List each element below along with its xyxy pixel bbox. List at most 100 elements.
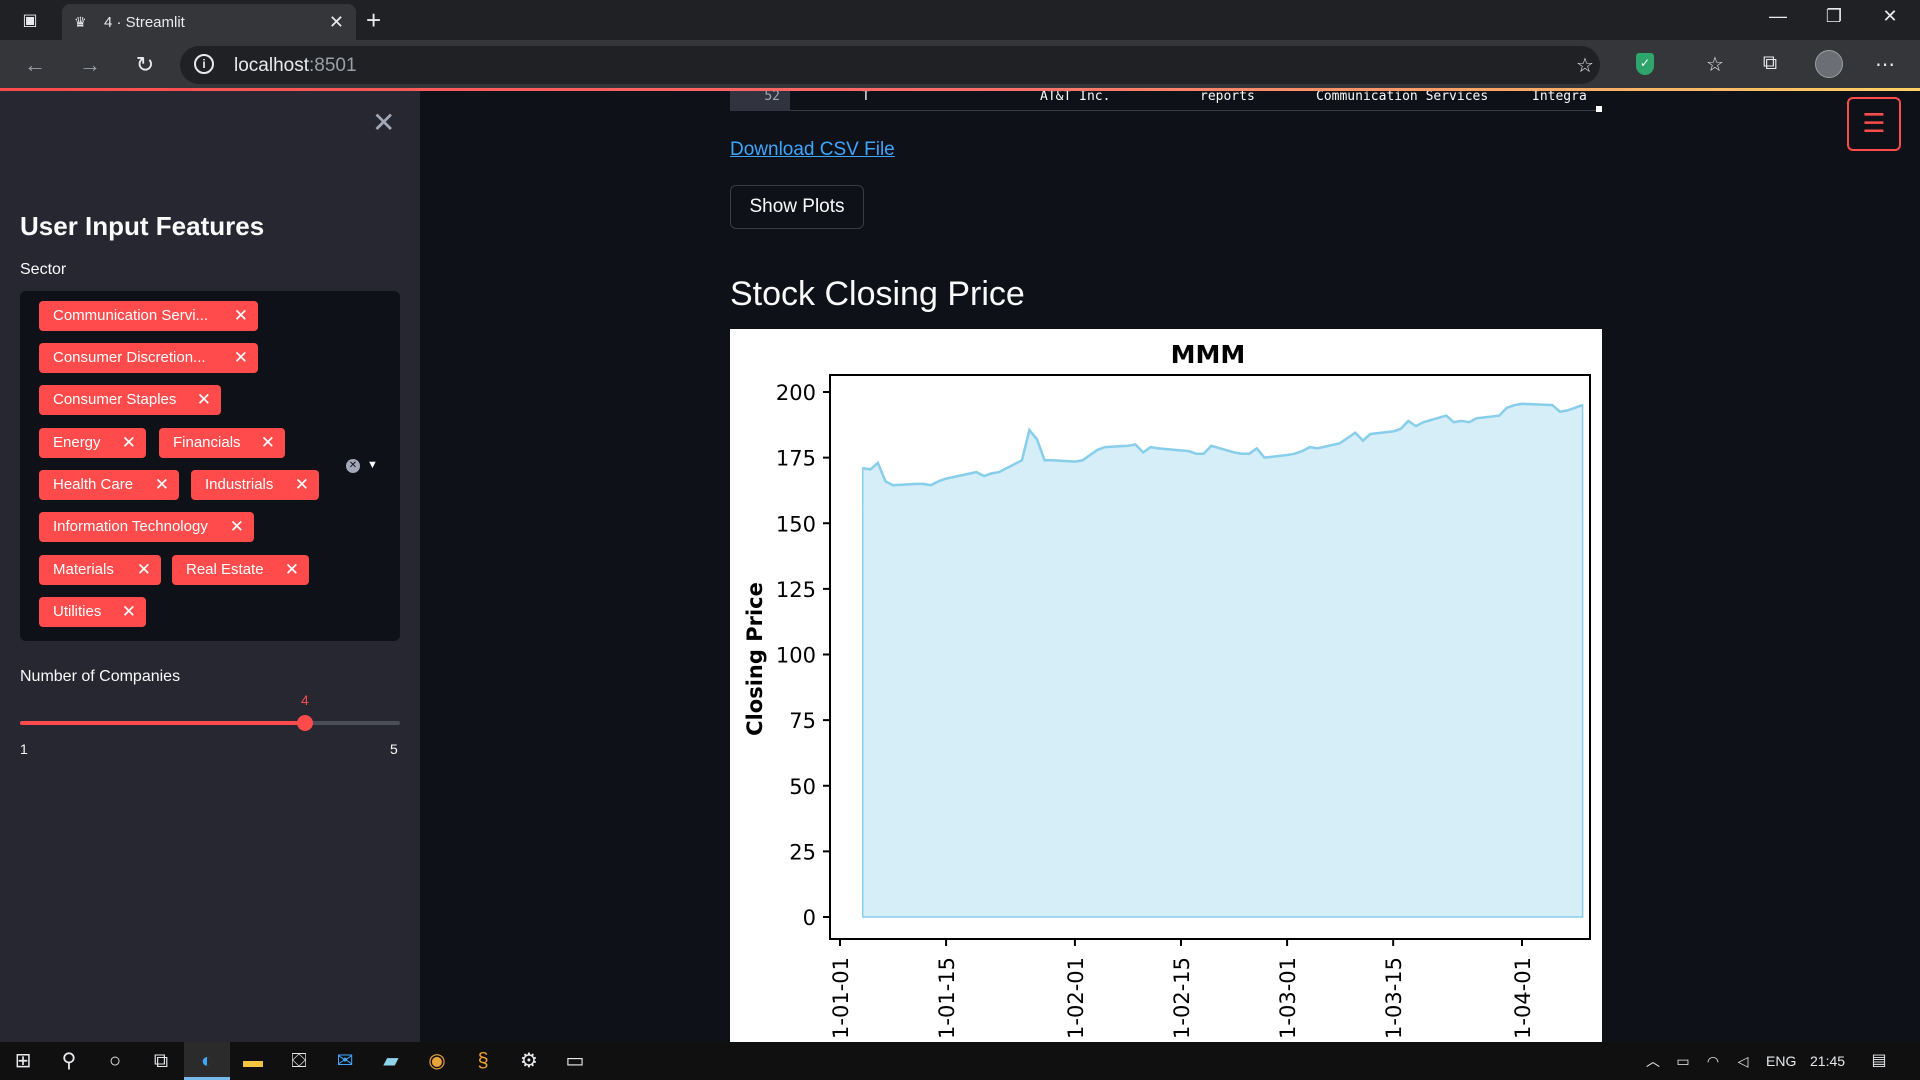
chip-remove-icon[interactable]: ✕ [285, 555, 299, 585]
chip-remove-icon[interactable]: ✕ [230, 512, 244, 542]
window-close-icon[interactable]: ✕ [1870, 6, 1910, 27]
chip-remove-icon[interactable]: ✕ [137, 555, 151, 585]
cortana-icon[interactable]: ○ [92, 1042, 138, 1080]
notifications-icon[interactable]: ▤ [1856, 1042, 1902, 1080]
closing-price-chart: MMM Closing Price 0 25 50 75 100 125 150 175 200… [743, 340, 1591, 1039]
terminal-icon[interactable]: ▭ [552, 1042, 598, 1080]
dataframe-cell: Communication Services [1316, 91, 1489, 104]
y-tick-label: 0 [803, 906, 816, 930]
chip-label: Information Technology [53, 518, 208, 535]
tab-actions-icon[interactable]: ▣ [18, 8, 42, 32]
browser-tab[interactable]: ♛ 4 · Streamlit ✕ [62, 4, 356, 40]
tab-close-icon[interactable]: ✕ [329, 12, 344, 32]
minimize-icon[interactable]: — [1758, 6, 1798, 27]
file-explorer-icon[interactable]: ▬ [230, 1042, 276, 1080]
hamburger-menu-icon[interactable]: ☰ [1847, 97, 1901, 151]
chip-label: Utilities [53, 603, 102, 620]
chip-remove-icon[interactable]: ✕ [234, 343, 248, 373]
dataframe-cell: reports [1200, 91, 1255, 104]
chip-remove-icon[interactable]: ✕ [155, 470, 169, 500]
show-plots-button[interactable]: Show Plots [730, 185, 864, 229]
chip-remove-icon[interactable]: ✕ [122, 597, 136, 627]
sidebar: ✕ User Input Features Sector Communicati… [0, 91, 420, 1042]
url-field[interactable]: i localhost:8501 ☆ [180, 46, 1600, 84]
chip-materials: Materials ✕ [39, 555, 161, 585]
clear-all-icon[interactable]: ✕ [346, 459, 360, 473]
volume-icon[interactable]: ◁ [1720, 1042, 1766, 1080]
tab-title: 4 · Streamlit [104, 14, 185, 31]
y-tick-label: 150 [776, 512, 816, 536]
chevron-down-icon[interactable]: ▼ [367, 459, 378, 471]
chrome-icon[interactable]: ◉ [414, 1042, 460, 1080]
search-icon[interactable]: ⚲ [46, 1042, 92, 1080]
y-tick-label: 25 [789, 840, 816, 864]
chip-remove-icon[interactable]: ✕ [261, 428, 275, 458]
dataframe-cell: AT&T Inc. [1040, 91, 1111, 104]
chip-utilities: Utilities ✕ [39, 597, 146, 627]
language-indicator[interactable]: ENG [1766, 1053, 1796, 1069]
slider-value: 4 [301, 692, 309, 708]
shield-extension-icon[interactable]: ✓ [1636, 53, 1654, 75]
mail-icon[interactable]: ✉ [322, 1042, 368, 1080]
slider-max-label: 5 [390, 741, 398, 757]
reload-icon[interactable]: ↻ [130, 50, 160, 80]
x-tick-label: 1-04-01 [1511, 957, 1535, 1039]
download-csv-link[interactable]: Download CSV File [730, 139, 895, 161]
slider-fill [20, 721, 305, 725]
chip-industrials: Industrials ✕ [191, 470, 319, 500]
site-info-icon[interactable]: i [194, 54, 214, 74]
notepad-icon[interactable]: ▰ [368, 1042, 414, 1080]
store-icon[interactable]: ⛋ [276, 1042, 322, 1080]
chip-remove-icon[interactable]: ✕ [295, 470, 309, 500]
favorites-icon[interactable]: ☆ [1700, 52, 1730, 77]
x-tick-label: 1-01-15 [935, 957, 959, 1039]
forward-icon[interactable]: → [75, 50, 105, 80]
back-icon[interactable]: ← [20, 50, 50, 80]
windows-start-icon[interactable]: ⊞ [0, 1042, 46, 1080]
series-area [861, 403, 1584, 918]
dataframe-cell: T [862, 91, 870, 104]
y-tick-label: 50 [789, 775, 816, 799]
dataframe-index-cell: 52 [730, 91, 790, 111]
sublime-text-icon[interactable]: § [460, 1042, 506, 1080]
chip-remove-icon[interactable]: ✕ [234, 301, 248, 331]
task-view-icon[interactable]: ⧉ [138, 1042, 184, 1080]
more-options-icon[interactable]: ⋯ [1870, 52, 1900, 77]
chart-title: MMM [1171, 340, 1246, 369]
clock[interactable]: 21:45 [1810, 1053, 1845, 1069]
windows-taskbar: ⊞ ⚲ ○ ⧉ ◐ ▬ ⛋ ✉ ▰ ◉ § ⚙ ▭ ︿ ▭ ◠ ◁ ENG 21… [0, 1042, 1920, 1080]
slider-min-label: 1 [20, 741, 28, 757]
chip-real-estate: Real Estate ✕ [172, 555, 309, 585]
chip-label: Communication Servi... [53, 307, 209, 324]
chip-energy: Energy ✕ [39, 428, 146, 458]
collections-icon[interactable]: ⧉ [1755, 52, 1785, 75]
section-title: Stock Closing Price [730, 275, 1025, 313]
x-tick-label: 1-02-15 [1170, 957, 1194, 1039]
chip-label: Industrials [205, 476, 274, 493]
y-tick-label: 125 [776, 578, 816, 602]
address-bar: ← → ↻ i localhost:8501 ☆ ✓ ☆ ⧉ ⋯ [0, 40, 1920, 90]
x-tick-label: 1-03-01 [1276, 957, 1300, 1039]
chip-remove-icon[interactable]: ✕ [197, 385, 211, 415]
settings-gear-icon[interactable]: ⚙ [506, 1042, 552, 1080]
y-tick-label: 100 [776, 644, 816, 668]
slider-track[interactable] [20, 721, 400, 725]
sector-multiselect[interactable]: Communication Servi... ✕ Consumer Discre… [20, 291, 400, 641]
add-favorite-icon[interactable]: ☆ [1570, 53, 1600, 78]
chart-container: MMM Closing Price 0 25 50 75 100 125 150 175 200… [730, 329, 1602, 1042]
chip-remove-icon[interactable]: ✕ [122, 428, 136, 458]
chip-label: Financials [173, 434, 241, 451]
sidebar-close-icon[interactable]: ✕ [372, 109, 395, 137]
y-tick-label: 75 [789, 709, 816, 733]
restore-icon[interactable]: ❐ [1814, 6, 1854, 27]
edge-browser-icon[interactable]: ◐ [184, 1042, 230, 1080]
y-tick-label: 175 [776, 447, 816, 471]
chip-label: Real Estate [186, 561, 264, 578]
sector-label: Sector [20, 261, 67, 278]
y-tick-label: 200 [776, 381, 816, 405]
dataframe-resize-handle[interactable] [1596, 106, 1602, 112]
slider-thumb[interactable] [297, 715, 313, 731]
browser-tab-bar: ▣ ♛ 4 · Streamlit ✕ + — ❐ ✕ [0, 0, 1920, 40]
new-tab-icon[interactable]: + [366, 6, 381, 34]
profile-avatar[interactable] [1815, 50, 1843, 78]
